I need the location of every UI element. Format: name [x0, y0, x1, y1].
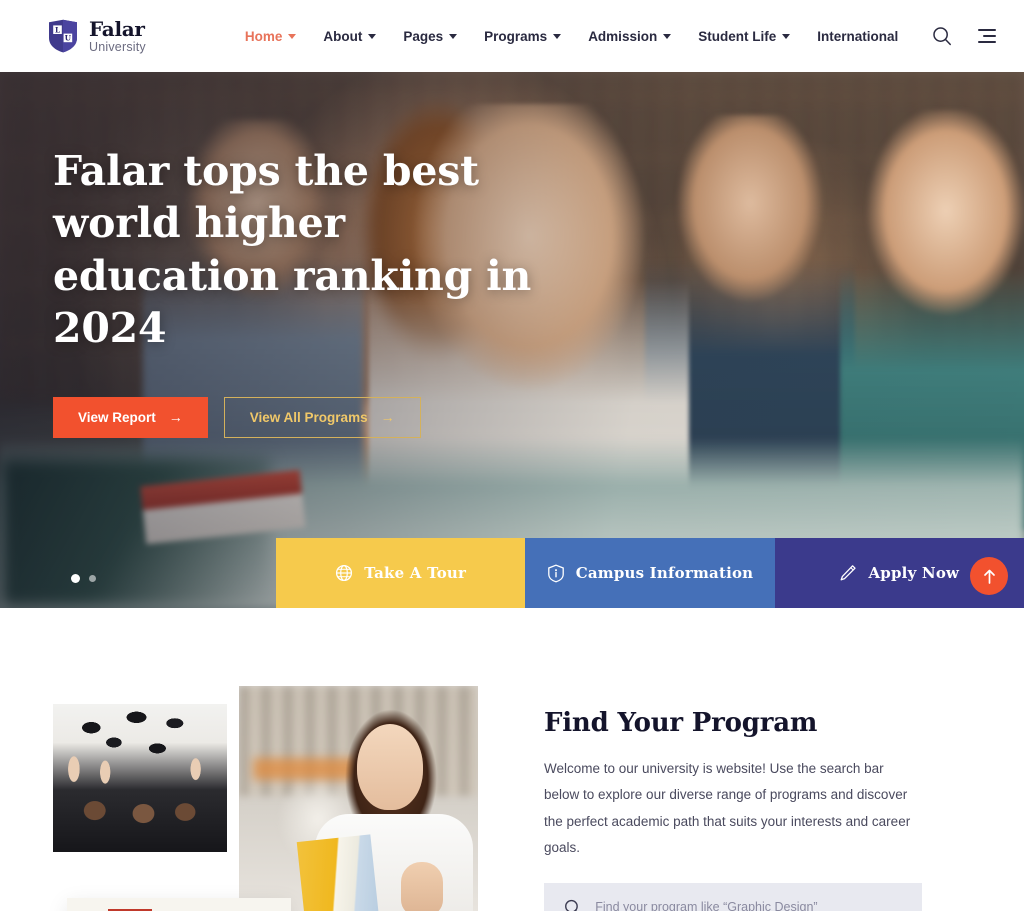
info-icon: [547, 564, 564, 582]
nav-item-about[interactable]: About: [323, 28, 377, 44]
chevron-down-icon: [449, 33, 458, 39]
arrow-up-icon: [983, 569, 995, 584]
cta-campus-information-label: Campus Information: [575, 564, 754, 582]
ranking-badge-card: ❍ ❍ 1ST: [67, 898, 291, 911]
nav-label-student-life: Student Life: [698, 28, 777, 44]
hero-title: Falar tops the best world higher educati…: [53, 147, 532, 353]
student-with-books-photo: [239, 686, 478, 911]
graduation-cap-toss-photo: [53, 704, 227, 852]
nav-item-international[interactable]: International: [817, 29, 898, 44]
cta-take-a-tour[interactable]: Take A Tour: [276, 538, 526, 608]
hero-content: Falar tops the best world higher educati…: [0, 72, 560, 438]
arrow-right-icon: →: [380, 409, 395, 426]
section-description: Welcome to our university is website! Us…: [544, 761, 911, 855]
section-title: Find Your Program: [544, 708, 818, 738]
program-search-bar[interactable]: [544, 883, 922, 911]
chevron-down-icon: [368, 33, 377, 39]
nav-item-pages[interactable]: Pages: [403, 28, 458, 44]
nav-label-programs: Programs: [484, 28, 548, 44]
view-report-button[interactable]: View Report →: [53, 396, 208, 438]
view-all-programs-label: View All Programs: [249, 409, 368, 425]
chevron-down-icon: [553, 33, 562, 39]
brand-subtitle: University: [89, 39, 146, 54]
svg-text:L: L: [55, 25, 60, 34]
nav-item-admission[interactable]: Admission: [588, 28, 672, 44]
cta-take-a-tour-label: Take A Tour: [364, 564, 467, 582]
search-icon[interactable]: [932, 26, 952, 46]
chevron-down-icon: [663, 33, 672, 39]
nav-label-about: About: [323, 28, 363, 44]
search-icon: [565, 899, 578, 911]
nav-label-home: Home: [244, 28, 283, 44]
chevron-down-icon: [782, 33, 791, 39]
nav-label-admission: Admission: [588, 28, 658, 44]
scroll-to-top-button[interactable]: [970, 557, 1008, 595]
nav-label-international: International: [817, 28, 899, 44]
nav-item-student-life[interactable]: Student Life: [698, 28, 791, 44]
chevron-down-icon: [288, 33, 297, 39]
arrow-right-icon: →: [168, 409, 183, 426]
hero-slider-dots: [71, 574, 96, 583]
view-all-programs-button[interactable]: View All Programs →: [223, 396, 421, 438]
view-report-label: View Report: [78, 409, 156, 425]
header-actions: [932, 26, 996, 46]
globe-icon: [336, 564, 353, 582]
hamburger-menu-icon[interactable]: [978, 29, 996, 43]
pen-icon: [841, 565, 857, 581]
find-your-program-section: ❍ ❍ 1ST Find Your Program Welcome to our…: [0, 608, 1024, 911]
hero-banner: Falar tops the best world higher educati…: [0, 72, 1024, 608]
brand-name: Falar: [89, 16, 145, 41]
program-copy-column: Find Your Program Welcome to our univers…: [544, 704, 971, 911]
slider-dot-1[interactable]: [71, 574, 80, 583]
hero-button-group: View Report → View All Programs →: [53, 396, 560, 438]
nav-item-home[interactable]: Home: [245, 29, 297, 44]
cta-bar-row: Take A Tour Campus Information Apply Now: [276, 538, 1024, 608]
slider-dot-2[interactable]: [89, 575, 96, 582]
cta-apply-now-label: Apply Now: [868, 564, 960, 582]
nav-label-pages: Pages: [403, 28, 444, 44]
brand-logo[interactable]: L U Falar University: [48, 19, 146, 54]
site-header: L U Falar University Home About Pages Pr…: [0, 0, 1024, 72]
program-media-column: ❍ ❍ 1ST: [53, 686, 478, 911]
cta-campus-information[interactable]: Campus Information: [525, 538, 775, 608]
main-navigation: Home About Pages Programs Admission Stud…: [245, 29, 898, 44]
shield-logo-icon: L U: [49, 19, 77, 53]
svg-text:U: U: [65, 34, 72, 43]
program-search-input[interactable]: [595, 900, 902, 911]
nav-item-programs[interactable]: Programs: [484, 28, 562, 44]
